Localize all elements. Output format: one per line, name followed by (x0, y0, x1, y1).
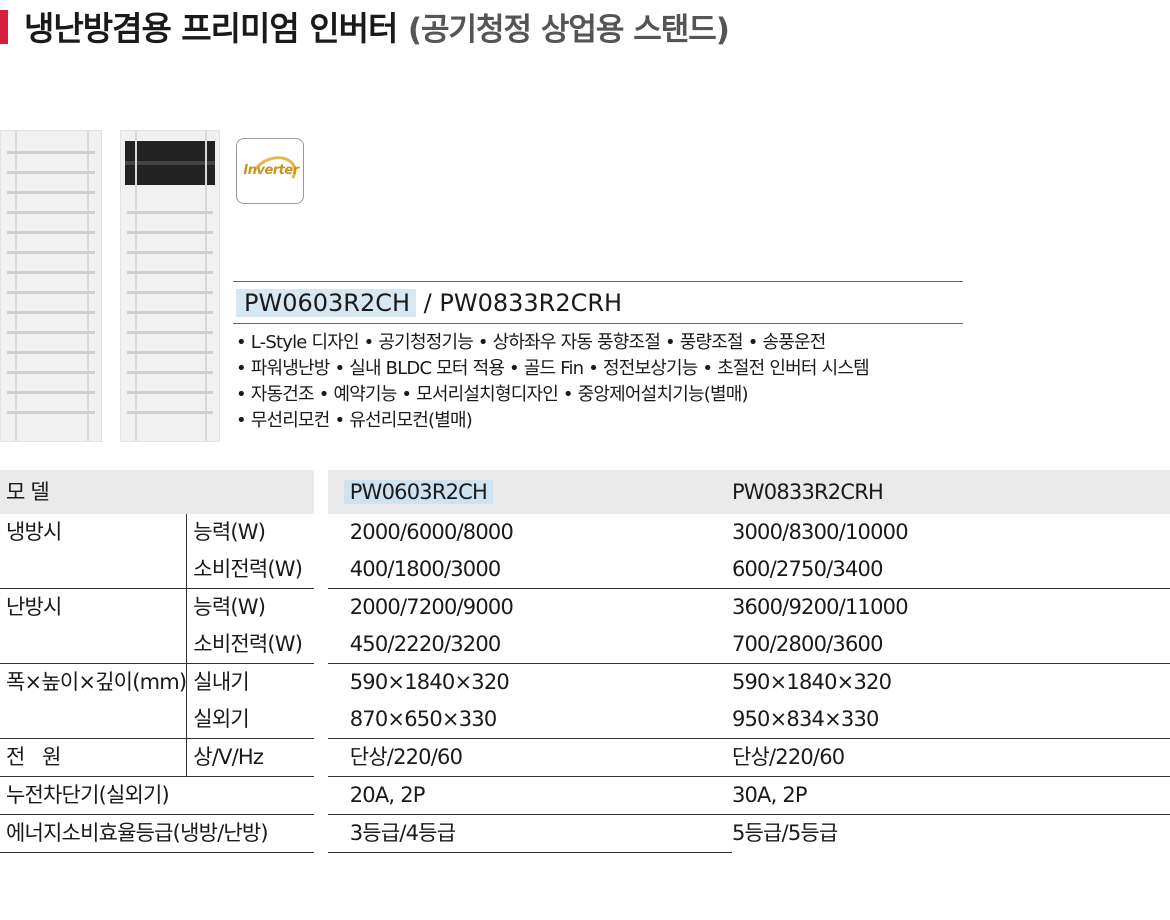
spec-cell: 870×650×330 (313, 701, 732, 739)
spec-row-label: 실외기 (186, 701, 322, 739)
title-main: 냉난방겸용 프리미엄 인버터 (24, 9, 398, 48)
table-row: 난방시 능력(W) 2000/7200/9000 3600/9200/11000 (0, 588, 1170, 664)
feature-line: • L-Style 디자인 • 공기청정기능 • 상하좌우 자동 풍향조절 • … (236, 332, 826, 353)
table-row: 에너지소비효율등급(냉방/난방) 3등급/4등급 5등급/5등급 (0, 814, 1170, 853)
model-name-1: PW0603R2CH (236, 289, 417, 317)
spec-cell: 2000/6000/8000 (313, 514, 732, 551)
spec-cell: 3000/8300/10000 (731, 520, 909, 544)
feature-line: • 자동건조 • 예약기능 • 모서리설치형디자인 • 중앙제어설치기능(별매) (236, 384, 748, 405)
spec-cell: 450/2220/3200 (313, 626, 732, 664)
spec-cell: 20A, 2P (313, 776, 732, 815)
title-accent-bar (0, 10, 8, 44)
spec-row-label: 실내기 (186, 663, 322, 701)
inverter-badge-text: Inverter (243, 163, 299, 178)
spec-header-model-2: PW0833R2CRH (731, 470, 1170, 514)
spec-row-label: 능력(W) (186, 588, 322, 626)
unit-display-panel (125, 141, 215, 185)
table-row: 냉방시 능력(W) 2000/6000/8000 3000/8300/10000 (0, 514, 1170, 589)
spec-header-row: 모 델 PW0603R2CH PW0833R2CRH (0, 470, 1170, 514)
table-row: 전 원 상/V/Hz 단상/220/60 단상/220/60 (0, 738, 1170, 777)
feature-line: • 무선리모컨 • 유선리모컨(별매) (236, 410, 473, 431)
spec-cell: 5등급/5등급 (731, 821, 838, 845)
spec-table: 모 델 PW0603R2CH PW0833R2CRH 냉방시 능력(W) 200… (0, 470, 1170, 853)
spec-row-label: 소비전력(W) (186, 626, 322, 664)
inverter-badge-icon: Inverter (236, 138, 304, 204)
model-name-2: PW0833R2CRH (439, 289, 623, 317)
table-row: 누전차단기(실외기) 20A, 2P 30A, 2P (0, 776, 1170, 815)
page-title: 냉난방겸용 프리미엄 인버터 (공기청정 상업용 스탠드) (24, 2, 730, 50)
spec-cell: 600/2750/3400 (731, 551, 1170, 589)
spec-cell: 590×1840×320 (731, 670, 892, 694)
divider (233, 323, 963, 324)
divider (233, 281, 963, 282)
spec-group-power: 전 원 (0, 738, 188, 777)
spec-cell: 590×1840×320 (313, 663, 732, 701)
feature-line: • 파워냉난방 • 실내 BLDC 모터 적용 • 골드 Fin • 정전보상기… (236, 358, 870, 379)
feature-list: • L-Style 디자인 • 공기청정기능 • 상하좌우 자동 풍향조절 • … (236, 330, 870, 434)
spec-row-label: 능력(W) (186, 514, 322, 551)
spec-cell: 3등급/4등급 (313, 814, 732, 853)
model-names: PW0603R2CH / PW0833R2CRH (236, 285, 622, 321)
spec-cell: 400/1800/3000 (313, 551, 732, 589)
spec-row-label: 상/V/Hz (186, 738, 322, 777)
spec-group-size: 폭×높이×깊이(mm) (0, 663, 188, 739)
spec-header-model-1: PW0603R2CH (313, 470, 732, 514)
model-separator: / (416, 289, 440, 317)
spec-cell: 30A, 2P (731, 776, 1170, 815)
spec-row-label: 소비전력(W) (186, 551, 322, 589)
table-row: 폭×높이×깊이(mm) 실내기 590×1840×320 590×1840×32… (0, 663, 1170, 739)
spec-cell: 2000/7200/9000 (313, 588, 732, 626)
spec-group-cooling: 냉방시 (0, 514, 188, 589)
title-sub: (공기청정 상업용 스탠드) (407, 12, 730, 48)
spec-cell: 단상/220/60 (731, 738, 1170, 777)
spec-cell: 단상/220/60 (313, 738, 732, 777)
spec-row-label: 에너지소비효율등급(냉방/난방) (0, 814, 321, 853)
spec-group-heating: 난방시 (0, 588, 188, 664)
spec-cell: 700/2800/3600 (731, 626, 1170, 664)
product-image-indoor-unit-1 (0, 130, 102, 442)
spec-cell: 950×834×330 (731, 701, 1170, 739)
product-image-indoor-unit-2 (120, 130, 220, 442)
spec-row-label: 누전차단기(실외기) (0, 776, 321, 815)
spec-header-label: 모 델 (0, 470, 321, 514)
spec-cell: 3600/9200/11000 (731, 595, 909, 619)
